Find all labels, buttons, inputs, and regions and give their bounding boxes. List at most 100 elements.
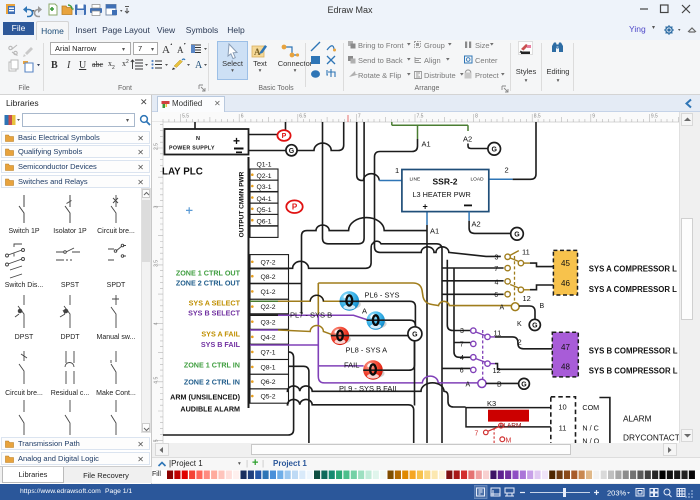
svg-text:Q5-1: Q5-1 bbox=[256, 207, 271, 214]
svg-text:PL9 - SYS B FAIL: PL9 - SYS B FAIL bbox=[339, 384, 399, 393]
svg-text:Q2-1: Q2-1 bbox=[256, 173, 271, 180]
svg-text:+: + bbox=[423, 202, 428, 212]
svg-text:P: P bbox=[282, 133, 287, 140]
svg-text:Bring to Front: Bring to Front bbox=[358, 41, 404, 50]
svg-text:U: U bbox=[79, 60, 87, 71]
svg-text:2: 2 bbox=[112, 65, 115, 71]
svg-text:A1: A1 bbox=[422, 140, 431, 149]
svg-text:Switch 1P: Switch 1P bbox=[8, 228, 39, 235]
svg-text:G: G bbox=[412, 331, 418, 338]
svg-text:ALARM: ALARM bbox=[623, 414, 652, 424]
svg-text:10: 10 bbox=[558, 403, 566, 412]
svg-text:P: P bbox=[292, 202, 298, 211]
svg-text:4.5: 4.5 bbox=[154, 377, 160, 384]
svg-text:Q1-2: Q1-2 bbox=[260, 289, 275, 296]
svg-text:DPDT: DPDT bbox=[60, 334, 80, 341]
svg-text:K3: K3 bbox=[487, 399, 496, 408]
svg-text:ZONE 1 CTRL OUT: ZONE 1 CTRL OUT bbox=[176, 269, 241, 278]
svg-text:SYS B FAIL: SYS B FAIL bbox=[201, 340, 241, 349]
svg-text:G: G bbox=[514, 231, 520, 238]
svg-text:Q7-2: Q7-2 bbox=[260, 259, 275, 266]
svg-text:46: 46 bbox=[561, 279, 570, 288]
svg-text:Q5-2: Q5-2 bbox=[260, 394, 275, 401]
svg-text:5.5: 5.5 bbox=[182, 114, 189, 120]
svg-text:SPDT: SPDT bbox=[107, 282, 126, 289]
svg-text:48: 48 bbox=[561, 363, 570, 372]
svg-text:3: 3 bbox=[460, 328, 464, 335]
svg-text:Q2-2: Q2-2 bbox=[260, 304, 275, 311]
svg-text:A: A bbox=[466, 381, 471, 388]
svg-text:B: B bbox=[497, 381, 502, 388]
svg-text:2: 2 bbox=[505, 166, 509, 175]
svg-text:2.5: 2.5 bbox=[154, 143, 160, 150]
svg-text:B: B bbox=[51, 60, 58, 71]
svg-text:4: 4 bbox=[460, 355, 464, 362]
svg-text:Align: Align bbox=[424, 56, 441, 65]
svg-text:3: 3 bbox=[495, 254, 499, 261]
svg-text:abc: abc bbox=[92, 60, 104, 69]
svg-text:Q4-2: Q4-2 bbox=[260, 334, 275, 341]
svg-text:G: G bbox=[521, 381, 527, 388]
svg-text:LOAD: LOAD bbox=[471, 177, 485, 183]
svg-text:SYS B SELECT: SYS B SELECT bbox=[188, 309, 241, 318]
svg-text:6: 6 bbox=[460, 367, 464, 374]
svg-text:11: 11 bbox=[522, 248, 530, 257]
svg-text:OUTPUT CMMN PWR: OUTPUT CMMN PWR bbox=[239, 171, 246, 237]
svg-text:1: 1 bbox=[395, 166, 399, 175]
svg-text:Protect: Protect bbox=[475, 71, 500, 80]
svg-text:Distribute: Distribute bbox=[424, 71, 456, 80]
svg-text:SYS B COMPRESSOR L: SYS B COMPRESSOR L bbox=[589, 367, 678, 376]
svg-text:Q7-1: Q7-1 bbox=[260, 350, 275, 357]
svg-text:G: G bbox=[491, 146, 497, 153]
svg-text:ZONE 2 CTRL OUT: ZONE 2 CTRL OUT bbox=[176, 279, 241, 288]
svg-text:6: 6 bbox=[494, 292, 498, 299]
svg-text:Q6-2: Q6-2 bbox=[260, 379, 275, 386]
svg-text:PL8 - SYS A: PL8 - SYS A bbox=[346, 345, 388, 354]
svg-text:A: A bbox=[500, 305, 505, 312]
svg-text:FAIL: FAIL bbox=[344, 361, 359, 370]
svg-text:Manual sw...: Manual sw... bbox=[97, 334, 136, 341]
svg-text:Q3-2: Q3-2 bbox=[260, 319, 275, 326]
svg-text:6: 6 bbox=[241, 114, 244, 120]
svg-text:ZONE 1 CTRL IN: ZONE 1 CTRL IN bbox=[184, 361, 240, 370]
svg-text:N / C: N / C bbox=[582, 424, 598, 433]
svg-text:A: A bbox=[254, 47, 261, 57]
svg-text:L3 HEATER PWR: L3 HEATER PWR bbox=[413, 190, 471, 199]
svg-text:LAY PLC: LAY PLC bbox=[162, 167, 203, 178]
svg-text:Residual c...: Residual c... bbox=[51, 390, 90, 397]
svg-text:I: I bbox=[66, 60, 71, 71]
svg-text:Q3-1: Q3-1 bbox=[256, 184, 271, 191]
svg-text:7: 7 bbox=[494, 266, 498, 273]
svg-text:8.5: 8.5 bbox=[534, 114, 541, 120]
svg-text:PL7 - SYS B: PL7 - SYS B bbox=[290, 310, 332, 319]
svg-text:Switch Dis...: Switch Dis... bbox=[5, 282, 44, 289]
svg-text:B: B bbox=[540, 303, 545, 310]
svg-text:7: 7 bbox=[475, 431, 479, 438]
svg-text:DPST: DPST bbox=[15, 334, 34, 341]
svg-text:A: A bbox=[362, 307, 367, 316]
svg-text:A1: A1 bbox=[430, 227, 439, 236]
svg-text:45: 45 bbox=[561, 259, 570, 268]
svg-text:Center: Center bbox=[475, 56, 498, 65]
svg-text:A: A bbox=[162, 44, 170, 56]
svg-text:Q8-2: Q8-2 bbox=[260, 274, 275, 281]
svg-text:3: 3 bbox=[154, 205, 160, 208]
svg-text:3.5: 3.5 bbox=[154, 260, 160, 267]
svg-text:K: K bbox=[517, 321, 522, 328]
svg-text:5: 5 bbox=[154, 439, 160, 442]
svg-text:9: 9 bbox=[592, 114, 595, 120]
svg-text:11: 11 bbox=[559, 424, 567, 433]
svg-text:12: 12 bbox=[523, 294, 531, 303]
svg-text:AUDIBLE ALARM: AUDIBLE ALARM bbox=[180, 405, 240, 414]
svg-text:8: 8 bbox=[475, 114, 478, 120]
svg-text:47: 47 bbox=[561, 343, 570, 352]
svg-text:Circuit bre...: Circuit bre... bbox=[97, 228, 135, 235]
svg-text:G: G bbox=[289, 148, 295, 155]
svg-text:SYS B COMPRESSOR L: SYS B COMPRESSOR L bbox=[589, 347, 678, 356]
svg-text:Q6-1: Q6-1 bbox=[256, 218, 271, 225]
svg-text:COM: COM bbox=[582, 403, 599, 412]
svg-text:SYS A COMPRESSOR L: SYS A COMPRESSOR L bbox=[589, 264, 677, 273]
svg-text:203%: 203% bbox=[607, 489, 627, 498]
svg-text:7: 7 bbox=[460, 341, 464, 348]
svg-text:9.5: 9.5 bbox=[651, 114, 658, 120]
